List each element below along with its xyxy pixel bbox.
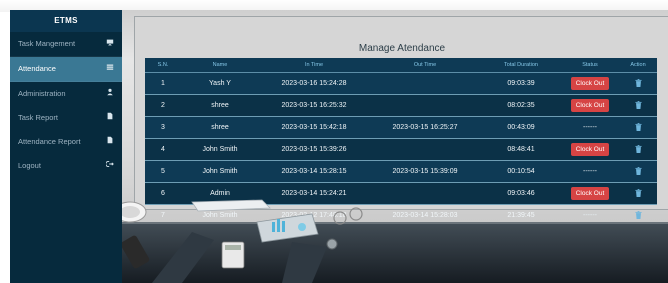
sidebar-item-task-report[interactable]: Task Report	[10, 106, 122, 130]
cell-status: ------	[561, 160, 619, 183]
sidebar-item-label: Task Report	[18, 113, 59, 122]
status-placeholder: ------	[583, 124, 597, 131]
cell-out-time: 2023-03-15 15:39:09	[369, 160, 481, 183]
cell-name: John Smith	[181, 160, 259, 183]
cell-in-time: 2023-03-14 15:28:15	[259, 160, 369, 183]
cell-action	[619, 94, 657, 117]
clock-out-button[interactable]: Clock Out	[570, 77, 610, 90]
content-panel: Manage Atendance S.N. Name In Time Out T…	[134, 16, 668, 227]
user-icon	[105, 82, 114, 106]
column-header-total-duration: Total Duration	[481, 58, 561, 73]
sidebar-item-administration[interactable]: Administration	[10, 82, 122, 106]
column-header-out-time: Out Time	[369, 58, 481, 73]
list-icon	[105, 57, 114, 81]
monitor-icon	[105, 32, 114, 56]
table-header-row: S.N. Name In Time Out Time Total Duratio…	[145, 58, 657, 73]
desk-scene	[122, 199, 668, 283]
cell-duration: 00:43:09	[481, 116, 561, 139]
sidebar-item-label: Attendance Report	[18, 137, 81, 146]
file-icon	[105, 130, 114, 154]
table-row: 1 Yash Y 2023-03-16 15:24:28 09:03:39 Cl…	[145, 72, 657, 95]
sidebar: ETMS Task Mangement Attendance Administr…	[10, 10, 122, 283]
cell-out-time	[369, 94, 481, 117]
table-row: 5 John Smith 2023-03-14 15:28:15 2023-03…	[145, 160, 657, 183]
trash-icon[interactable]	[634, 100, 642, 111]
cell-action	[619, 160, 657, 183]
logout-icon	[104, 154, 114, 178]
cell-status: Clock Out	[561, 72, 619, 95]
clock-out-button[interactable]: Clock Out	[570, 99, 610, 112]
cell-sn: 4	[145, 138, 181, 161]
sidebar-item-task-management[interactable]: Task Mangement	[10, 32, 122, 57]
cell-duration: 08:02:35	[481, 94, 561, 117]
cell-duration: 00:10:54	[481, 160, 561, 183]
sidebar-item-logout[interactable]: Logout	[10, 154, 122, 178]
cell-in-time: 2023-03-16 15:24:28	[259, 72, 369, 95]
cell-duration: 09:03:39	[481, 72, 561, 95]
trash-icon[interactable]	[634, 122, 642, 133]
cell-name: shree	[181, 116, 259, 139]
cell-sn: 3	[145, 116, 181, 139]
brand-title: ETMS	[10, 10, 122, 32]
sidebar-item-label: Task Mangement	[18, 39, 76, 48]
file-icon	[105, 106, 114, 130]
status-placeholder: ------	[583, 168, 597, 175]
trash-icon[interactable]	[634, 144, 642, 155]
cell-out-time: 2023-03-15 16:25:27	[369, 116, 481, 139]
main-area: Manage Atendance S.N. Name In Time Out T…	[122, 10, 668, 283]
cell-action	[619, 138, 657, 161]
column-header-in-time: In Time	[259, 58, 369, 73]
cell-sn: 5	[145, 160, 181, 183]
column-header-action: Action	[619, 58, 657, 73]
table-row: 4 John Smith 2023-03-15 15:39:26 08:48:4…	[145, 138, 657, 161]
background-illustration	[122, 182, 668, 283]
cell-sn: 2	[145, 94, 181, 117]
cell-in-time: 2023-03-15 15:42:18	[259, 116, 369, 139]
sidebar-item-label: Attendance	[18, 64, 56, 73]
app-frame: ETMS Task Mangement Attendance Administr…	[0, 0, 668, 283]
cell-status: Clock Out	[561, 94, 619, 117]
page-title: Manage Atendance	[358, 43, 446, 54]
sidebar-item-label: Logout	[18, 161, 41, 170]
cell-sn: 1	[145, 72, 181, 95]
cell-name: John Smith	[181, 138, 259, 161]
cell-out-time	[369, 72, 481, 95]
sidebar-item-label: Administration	[18, 89, 66, 98]
table-row: 3 shree 2023-03-15 15:42:18 2023-03-15 1…	[145, 116, 657, 139]
table-row: 2 shree 2023-03-15 16:25:32 08:02:35 Clo…	[145, 94, 657, 117]
cell-in-time: 2023-03-15 15:39:26	[259, 138, 369, 161]
cell-action	[619, 116, 657, 139]
trash-icon[interactable]	[634, 166, 642, 177]
column-header-status: Status	[561, 58, 619, 73]
column-header-sn: S.N.	[145, 58, 181, 73]
cell-status: Clock Out	[561, 138, 619, 161]
trash-icon[interactable]	[634, 78, 642, 89]
cell-duration: 08:48:41	[481, 138, 561, 161]
sidebar-item-attendance-report[interactable]: Attendance Report	[10, 130, 122, 154]
cell-in-time: 2023-03-15 16:25:32	[259, 94, 369, 117]
cell-name: shree	[181, 94, 259, 117]
column-header-name: Name	[181, 58, 259, 73]
cell-name: Yash Y	[181, 72, 259, 95]
cell-out-time	[369, 138, 481, 161]
cell-status: ------	[561, 116, 619, 139]
sidebar-item-attendance[interactable]: Attendance	[10, 57, 122, 82]
clock-out-button[interactable]: Clock Out	[570, 143, 610, 156]
cell-action	[619, 72, 657, 95]
